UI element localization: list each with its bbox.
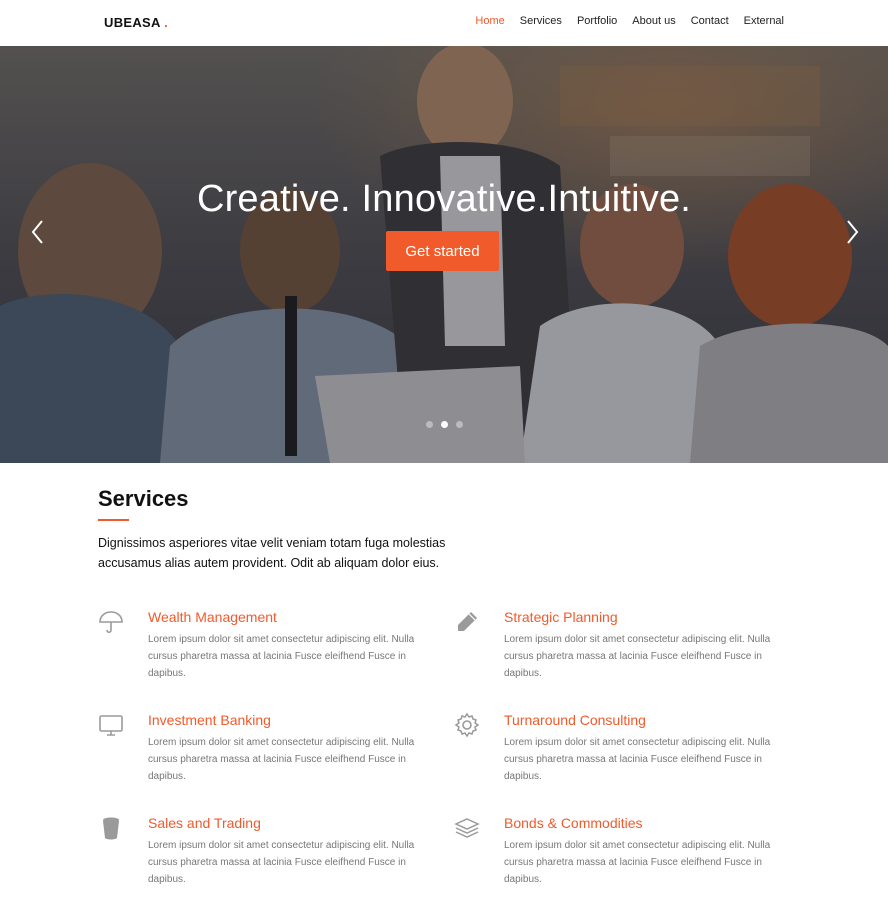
nav-item-about-us[interactable]: About us xyxy=(632,15,675,27)
hero-carousel: Creative. Innovative.Intuitive. Get star… xyxy=(0,46,888,463)
service-text: Lorem ipsum dolor sit amet consectetur a… xyxy=(148,737,415,782)
service-title[interactable]: Turnaround Consulting xyxy=(504,712,646,728)
service-text: Lorem ipsum dolor sit amet consectetur a… xyxy=(504,737,771,782)
brand-dot: . xyxy=(164,15,169,30)
heading-underline xyxy=(98,519,129,521)
carousel-dot-3[interactable] xyxy=(456,421,463,428)
service-title[interactable]: Strategic Planning xyxy=(504,609,618,625)
umbrella-icon xyxy=(99,611,123,634)
service-title[interactable]: Sales and Trading xyxy=(148,815,261,831)
chevron-right-icon xyxy=(847,220,859,244)
brand-name: UBEASA xyxy=(104,15,161,30)
service-title[interactable]: Bonds & Commodities xyxy=(504,815,643,831)
carousel-dot-1[interactable] xyxy=(426,421,433,428)
carousel-prev-button[interactable] xyxy=(28,218,48,246)
nav-item-home[interactable]: Home xyxy=(475,15,504,27)
service-text: Lorem ipsum dolor sit amet consectetur a… xyxy=(504,840,771,885)
services-heading: Services xyxy=(98,486,189,511)
pencil-icon xyxy=(458,612,477,631)
chevron-left-icon xyxy=(31,220,43,244)
carousel-dot-2[interactable] xyxy=(441,421,448,428)
service-text: Lorem ipsum dolor sit amet consectetur a… xyxy=(148,840,415,885)
gear-icon xyxy=(454,712,480,738)
services-intro: Dignissimos asperiores vitae velit venia… xyxy=(98,536,446,570)
hero-title: Creative. Innovative.Intuitive. xyxy=(196,178,692,220)
nav-item-external[interactable]: External xyxy=(744,15,784,27)
carousel-next-button[interactable] xyxy=(842,218,862,246)
get-started-button[interactable]: Get started xyxy=(386,231,499,271)
layers-icon xyxy=(454,818,480,838)
carousel-indicators xyxy=(426,421,463,428)
service-title[interactable]: Investment Banking xyxy=(148,712,271,728)
nav-item-services[interactable]: Services xyxy=(520,15,562,27)
nav-item-portfolio[interactable]: Portfolio xyxy=(577,15,617,27)
nav-item-contact[interactable]: Contact xyxy=(691,15,729,27)
nav-menu: Home Services Portfolio About us Contact… xyxy=(475,15,784,27)
monitor-icon xyxy=(99,715,123,736)
service-text: Lorem ipsum dolor sit amet consectetur a… xyxy=(504,634,771,679)
trash-can-icon xyxy=(103,817,119,840)
service-title[interactable]: Wealth Management xyxy=(148,609,277,625)
top-navbar: UBEASA . Home Services Portfolio About u… xyxy=(0,0,888,46)
brand-logo[interactable]: UBEASA . xyxy=(104,15,168,30)
service-text: Lorem ipsum dolor sit amet consectetur a… xyxy=(148,634,415,679)
